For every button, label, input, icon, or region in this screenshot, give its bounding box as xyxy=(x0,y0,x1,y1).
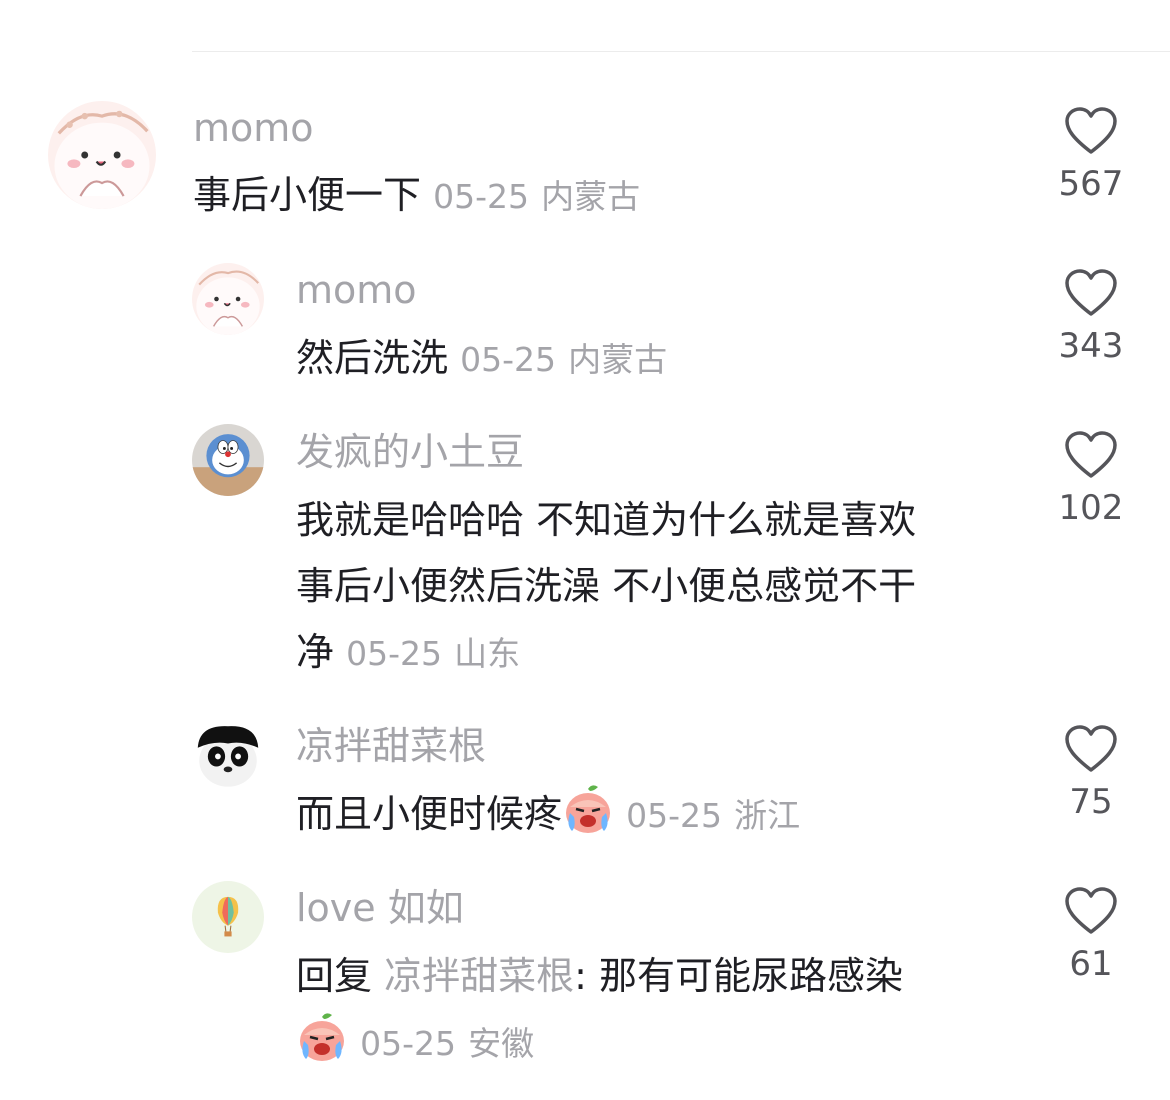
comment-location: 山东 xyxy=(454,634,521,673)
comment-text[interactable]: 而且小便时候疼 05-25 浙江 xyxy=(296,781,800,849)
comment-date: 05-25 xyxy=(346,634,442,673)
heart-icon xyxy=(1065,107,1117,154)
like-count: 75 xyxy=(1069,782,1113,822)
heart-icon xyxy=(1065,887,1117,934)
comment-location: 安徽 xyxy=(468,1024,535,1063)
top-divider xyxy=(192,51,1170,52)
avatar[interactable] xyxy=(192,424,264,496)
comment-body: 然后洗洗 xyxy=(296,336,449,380)
comment-body-line: 回复 凉拌甜菜根: 那有可能尿路感染 xyxy=(296,943,1016,1009)
comment-username[interactable]: momo xyxy=(193,105,314,151)
avatar[interactable] xyxy=(192,263,264,335)
comment-body-line-last: 05-25 安徽 xyxy=(296,1009,1016,1077)
comment-username[interactable]: 发疯的小土豆 xyxy=(296,429,524,475)
comment-location: 内蒙古 xyxy=(541,177,641,216)
comment-username[interactable]: momo xyxy=(296,267,417,313)
avatar[interactable] xyxy=(48,101,156,209)
heart-icon xyxy=(1065,725,1117,772)
doraemon-avatar-icon xyxy=(192,424,264,496)
like-button[interactable]: 61 xyxy=(1041,886,1141,984)
like-count: 567 xyxy=(1058,164,1124,204)
comment-text[interactable]: 然后洗洗 05-25 内蒙古 xyxy=(296,325,667,393)
comment-body-tail: 净 xyxy=(296,630,335,674)
comment-body-line-last: 净 05-25 山东 xyxy=(296,619,1016,687)
panda-avatar-icon xyxy=(192,719,264,791)
comment-date: 05-25 xyxy=(360,1024,456,1063)
comment-body-line: 我就是哈哈哈 不知道为什么就是喜欢 xyxy=(296,498,917,542)
comment-date: 05-25 xyxy=(433,177,529,216)
reply-prefix: 回复 xyxy=(296,954,373,998)
avatar[interactable] xyxy=(192,881,264,953)
comment-body: 而且小便时候疼 xyxy=(296,792,563,836)
heart-icon xyxy=(1065,431,1117,478)
comment-date: 05-25 xyxy=(460,340,556,379)
comment-body: 那有可能尿路感染 xyxy=(599,954,904,998)
comment-text[interactable]: 回复 凉拌甜菜根: 那有可能尿路感染 05-25 安徽 xyxy=(296,943,1016,1077)
like-button[interactable]: 102 xyxy=(1041,430,1141,528)
comment-username[interactable]: 凉拌甜菜根 xyxy=(296,723,486,769)
comment-date: 05-25 xyxy=(626,796,722,835)
hot-air-balloon-avatar-icon xyxy=(192,881,264,953)
crying-peach-emoji-icon xyxy=(562,783,614,835)
comment-username[interactable]: love 如如 xyxy=(296,885,464,931)
comment-text[interactable]: 事后小便一下 05-25 内蒙古 xyxy=(193,162,640,230)
like-button[interactable]: 343 xyxy=(1041,268,1141,366)
comment-body-line: 事后小便然后洗澡 不小便总感觉不干 xyxy=(296,564,917,608)
heart-icon xyxy=(1065,269,1117,316)
cute-cat-avatar-icon xyxy=(48,101,156,209)
reply-separator: : xyxy=(574,954,587,998)
like-button[interactable]: 75 xyxy=(1041,724,1141,822)
like-count: 343 xyxy=(1058,326,1124,366)
cute-cat-avatar-icon xyxy=(192,263,264,335)
reply-target-username[interactable]: 凉拌甜菜根 xyxy=(384,954,574,998)
avatar[interactable] xyxy=(192,719,264,791)
like-count: 61 xyxy=(1069,944,1113,984)
like-count: 102 xyxy=(1058,488,1124,528)
crying-peach-emoji-icon xyxy=(296,1011,348,1063)
like-button[interactable]: 567 xyxy=(1041,106,1141,204)
comment-body: 事后小便一下 xyxy=(193,173,422,217)
comment-location: 内蒙古 xyxy=(568,340,668,379)
comment-location: 浙江 xyxy=(734,796,801,835)
comment-text[interactable]: 我就是哈哈哈 不知道为什么就是喜欢 事后小便然后洗澡 不小便总感觉不干 净 05… xyxy=(296,487,1016,687)
